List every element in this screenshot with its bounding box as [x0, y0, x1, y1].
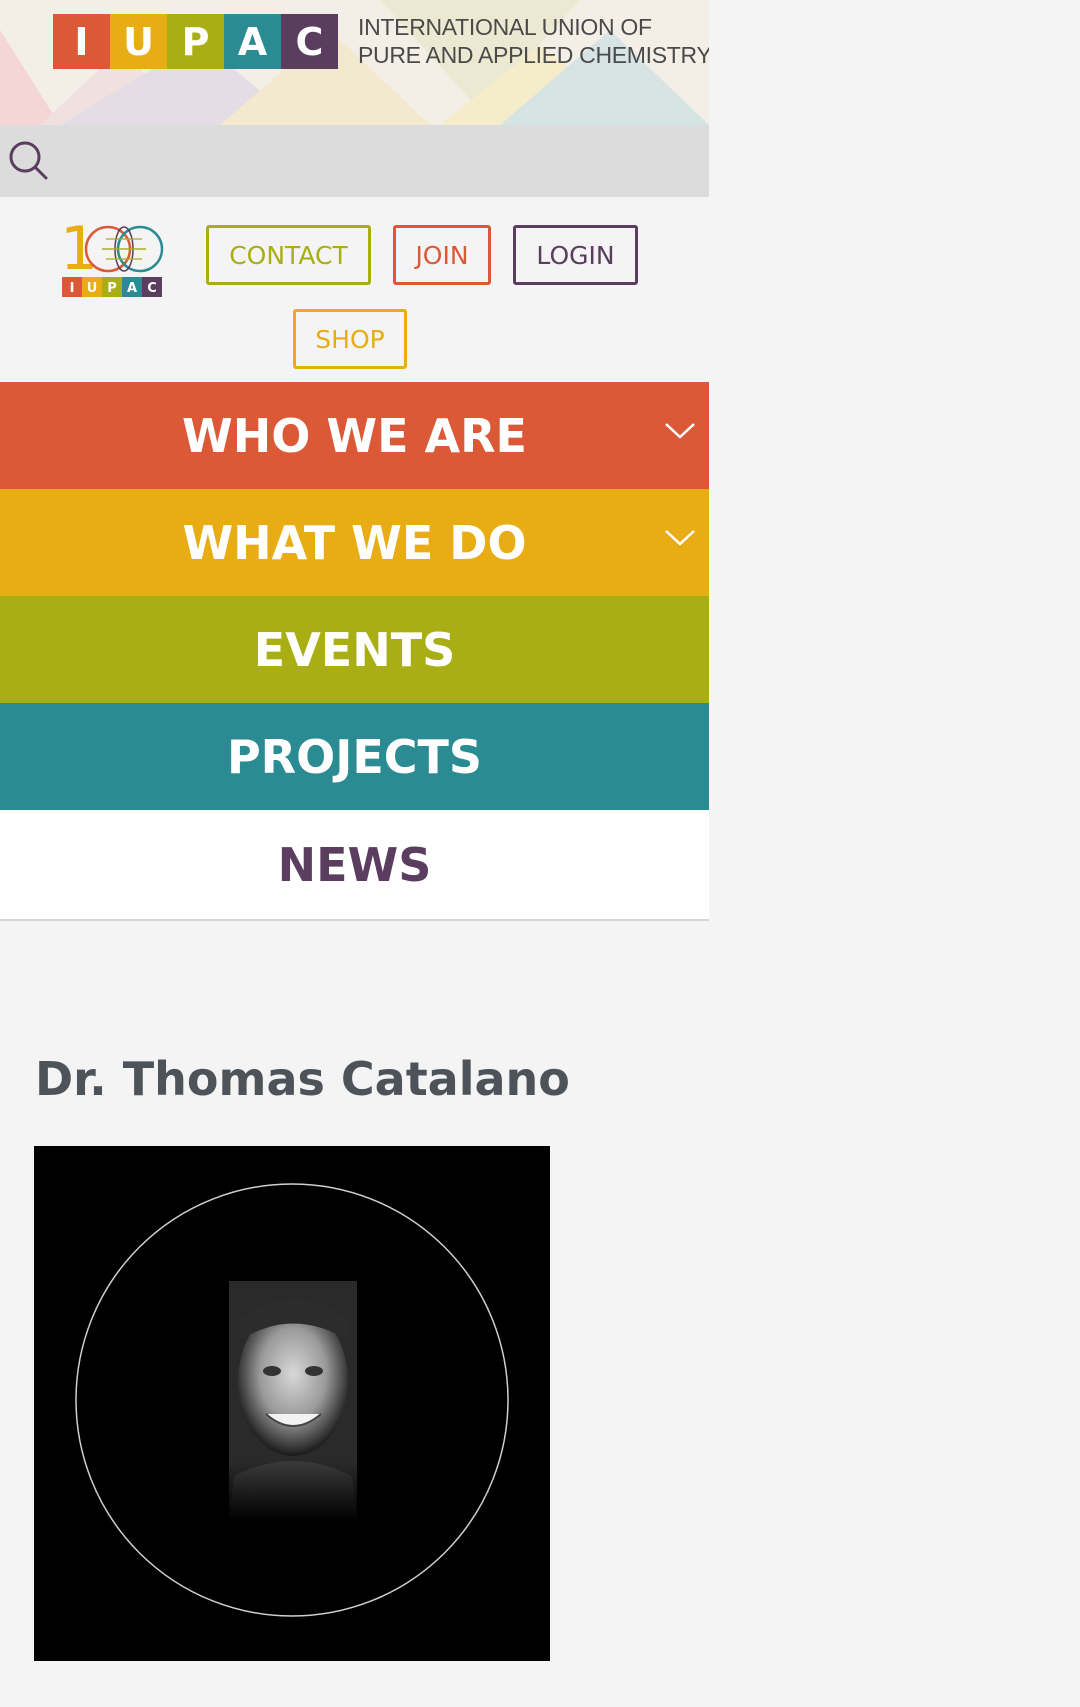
shop-button[interactable]: SHOP — [293, 309, 407, 369]
logo-tile-p: P — [167, 14, 224, 69]
nav-who-we-are-label: WHO WE ARE — [182, 408, 527, 463]
nav-what-we-do-label: WHAT WE DO — [182, 515, 527, 570]
portrait — [229, 1281, 357, 1521]
nav-projects[interactable]: PROJECTS — [0, 703, 709, 810]
org-name: INTERNATIONAL UNION OF PURE AND APPLIED … — [358, 13, 709, 69]
nav-events-label: EVENTS — [253, 622, 456, 677]
search-bar[interactable] — [0, 125, 709, 197]
logo-tile-a: A — [224, 14, 281, 69]
svg-text:P: P — [107, 281, 117, 296]
centennial-number-1: 1 — [60, 214, 98, 284]
iupac-logo[interactable]: I U P A C — [53, 14, 338, 69]
login-button[interactable]: LOGIN — [513, 225, 638, 285]
chevron-down-icon[interactable] — [663, 420, 697, 442]
search-icon[interactable] — [8, 140, 50, 182]
svg-text:U: U — [87, 281, 98, 296]
nav-what-we-do[interactable]: WHAT WE DO — [0, 489, 709, 596]
nav-projects-label: PROJECTS — [226, 729, 483, 784]
svg-text:A: A — [127, 281, 137, 296]
org-name-line1: INTERNATIONAL UNION OF — [358, 14, 652, 40]
nav-who-we-are[interactable]: WHO WE ARE — [0, 382, 709, 489]
nav-news[interactable]: NEWS — [0, 810, 709, 921]
logo-tile-i: I — [53, 14, 110, 69]
utility-bar: 1 I U P A C CONTACT JOIN LOGIN SHOP — [0, 197, 709, 382]
chevron-down-icon[interactable] — [663, 527, 697, 549]
svg-text:I: I — [70, 281, 75, 296]
nav-events[interactable]: EVENTS — [0, 596, 709, 703]
profile-photo — [34, 1146, 550, 1661]
logo-tile-u: U — [110, 14, 167, 69]
logo-tile-c: C — [281, 14, 338, 69]
page-column: I U P A C INTERNATIONAL UNION OF PURE AN… — [0, 0, 709, 921]
main-nav: WHO WE ARE WHAT WE DO EVENTS PROJECTS NE… — [0, 382, 709, 921]
site-header: I U P A C INTERNATIONAL UNION OF PURE AN… — [0, 0, 709, 125]
nav-news-label: NEWS — [277, 837, 432, 892]
profile-photo-graphic — [75, 1183, 509, 1617]
svg-text:C: C — [147, 281, 157, 296]
page-title: Dr. Thomas Catalano — [35, 1052, 570, 1106]
join-button[interactable]: JOIN — [393, 225, 491, 285]
org-name-line2: PURE AND APPLIED CHEMISTRY — [358, 42, 709, 68]
iupac-100-logo[interactable]: 1 I U P A C — [60, 211, 170, 301]
contact-button[interactable]: CONTACT — [206, 225, 371, 285]
